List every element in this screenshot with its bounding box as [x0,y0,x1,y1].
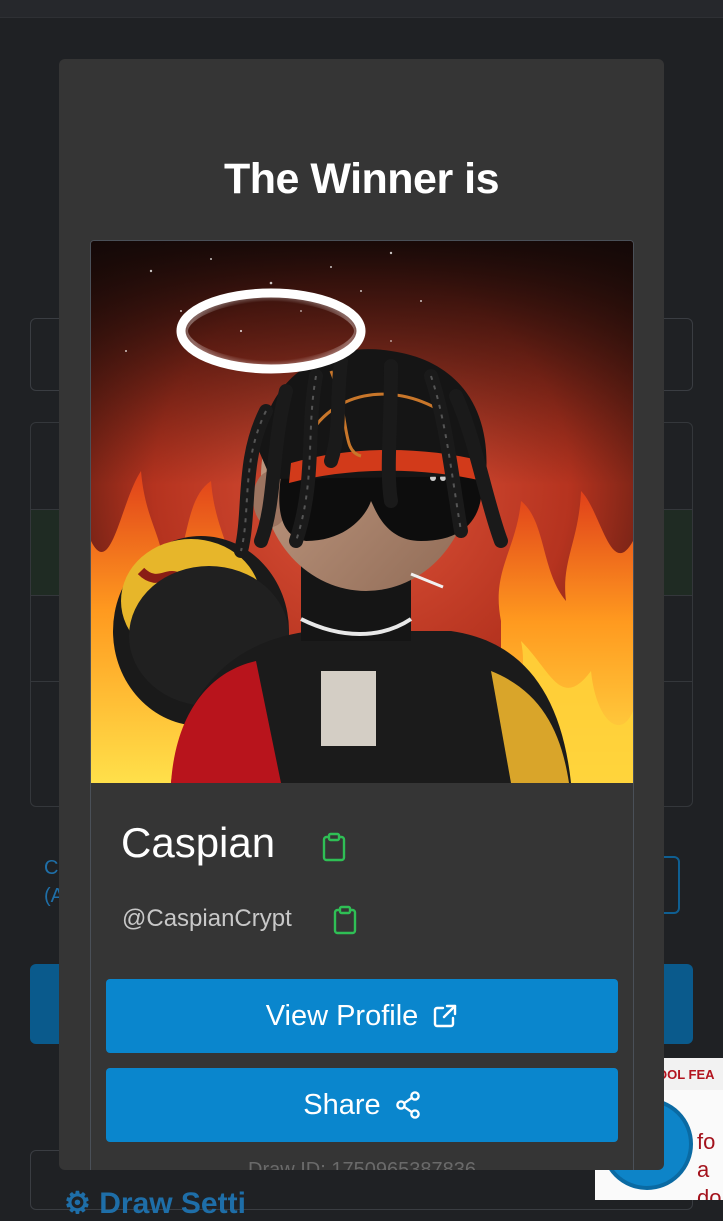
external-link-icon [434,1004,457,1028]
winner-name: Caspian [121,819,276,866]
promo-text: fo a do [697,1129,722,1200]
share-label: Share [303,1088,381,1121]
winner-card: Caspian @CaspianCrypt View Profile Share [90,240,634,1170]
draw-id: Draw ID: 1750965387836 [248,1159,476,1170]
clipboard-icon [322,832,346,862]
view-profile-button[interactable]: View Profile [106,979,618,1053]
top-bar [0,0,723,18]
share-icon [395,1091,420,1119]
winner-avatar [91,241,633,783]
clipboard-icon [333,905,357,935]
copy-name-button[interactable] [320,832,348,862]
modal-title: The Winner is [223,155,500,203]
winner-modal: The Winner is Caspian @CaspianCrypt View… [59,59,664,1170]
copy-handle-button[interactable] [331,905,359,935]
background-bottom-title: ⚙ Draw Setti [64,1187,246,1220]
view-profile-label: View Profile [265,999,419,1032]
share-button[interactable]: Share [106,1068,618,1142]
winner-handle: @CaspianCrypt [122,905,292,932]
